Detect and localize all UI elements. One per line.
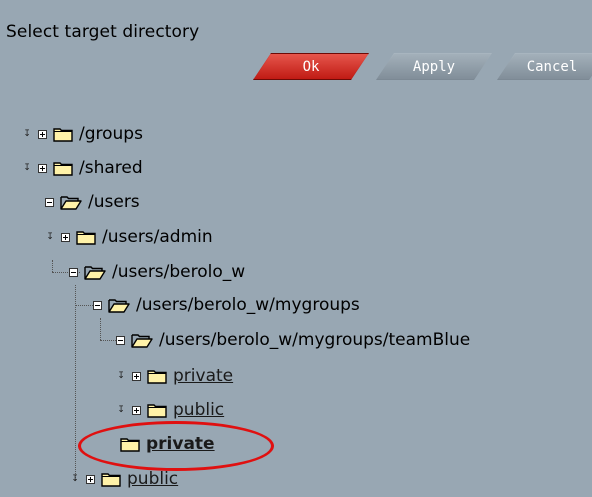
tree-node-link[interactable]: public	[173, 400, 224, 420]
tree-connector	[75, 305, 93, 306]
apply-button-label: Apply	[412, 58, 456, 75]
tree-node-label[interactable]: /users	[88, 192, 140, 212]
folder-closed-icon	[147, 403, 167, 418]
tree-connector	[75, 285, 76, 480]
expand-icon[interactable]	[38, 163, 47, 173]
collapse-all-icon[interactable]: ↧	[116, 405, 126, 416]
tree-node[interactable]: ↧ private	[116, 364, 233, 388]
folder-closed-icon	[53, 161, 73, 176]
tree-node[interactable]: /users/berolo_w/mygroups	[93, 293, 360, 317]
dialog-title: Select target directory	[6, 22, 200, 42]
ok-button-label: Ok	[302, 58, 320, 75]
cancel-button-label: Cancel	[526, 58, 578, 75]
expand-icon[interactable]	[61, 232, 70, 242]
tree-node[interactable]: /users/berolo_w	[69, 260, 245, 284]
expand-icon[interactable]	[132, 371, 141, 381]
collapse-all-icon[interactable]: ↧	[70, 474, 80, 485]
apply-button[interactable]: Apply	[376, 53, 492, 80]
tree-node[interactable]: ↧ public	[116, 398, 224, 422]
tree-node-label[interactable]: /groups	[79, 124, 143, 144]
tree-node[interactable]: /users/berolo_w/mygroups/teamBlue	[116, 328, 470, 352]
tree-connector	[100, 318, 101, 340]
tree-node-label[interactable]: /users/berolo_w	[112, 262, 245, 282]
folder-open-icon	[84, 265, 106, 280]
folder-closed-icon	[101, 472, 121, 487]
tree-node-label[interactable]: /users/berolo_w/mygroups/teamBlue	[159, 330, 470, 350]
folder-open-icon	[60, 195, 82, 210]
folder-closed-icon	[147, 369, 167, 384]
tree-node[interactable]: /users	[45, 190, 140, 214]
folder-open-icon	[131, 333, 153, 348]
folder-open-icon	[108, 298, 130, 313]
collapse-icon[interactable]	[116, 335, 125, 345]
tree-node-link[interactable]: private	[173, 366, 233, 386]
highlight-circle	[78, 421, 274, 471]
tree-node[interactable]: ↧ /shared	[22, 156, 143, 180]
tree-node-link[interactable]: public	[127, 469, 178, 489]
collapse-all-icon[interactable]: ↧	[45, 232, 55, 243]
tree-node-label[interactable]: /users/berolo_w/mygroups	[136, 295, 360, 315]
expand-icon[interactable]	[86, 474, 95, 484]
collapse-icon[interactable]	[45, 197, 54, 207]
tree-node-label[interactable]: /users/admin	[102, 227, 213, 247]
collapse-icon[interactable]	[69, 267, 78, 277]
tree-connector	[52, 260, 53, 272]
folder-closed-icon	[76, 230, 96, 245]
tree-node[interactable]: ↧ /groups	[22, 122, 143, 146]
tree-connector	[100, 340, 116, 341]
collapse-all-icon[interactable]: ↧	[22, 163, 32, 174]
expand-icon[interactable]	[132, 405, 141, 415]
tree-node-label[interactable]: /shared	[79, 158, 143, 178]
folder-closed-icon	[53, 127, 73, 142]
cancel-button[interactable]: Cancel	[497, 53, 592, 80]
collapse-all-icon[interactable]: ↧	[116, 371, 126, 382]
ok-button[interactable]: Ok	[253, 53, 369, 80]
expand-icon[interactable]	[38, 129, 47, 139]
collapse-icon[interactable]	[93, 300, 102, 310]
collapse-all-icon[interactable]: ↧	[22, 129, 32, 140]
tree-node[interactable]: ↧ /users/admin	[45, 225, 213, 249]
